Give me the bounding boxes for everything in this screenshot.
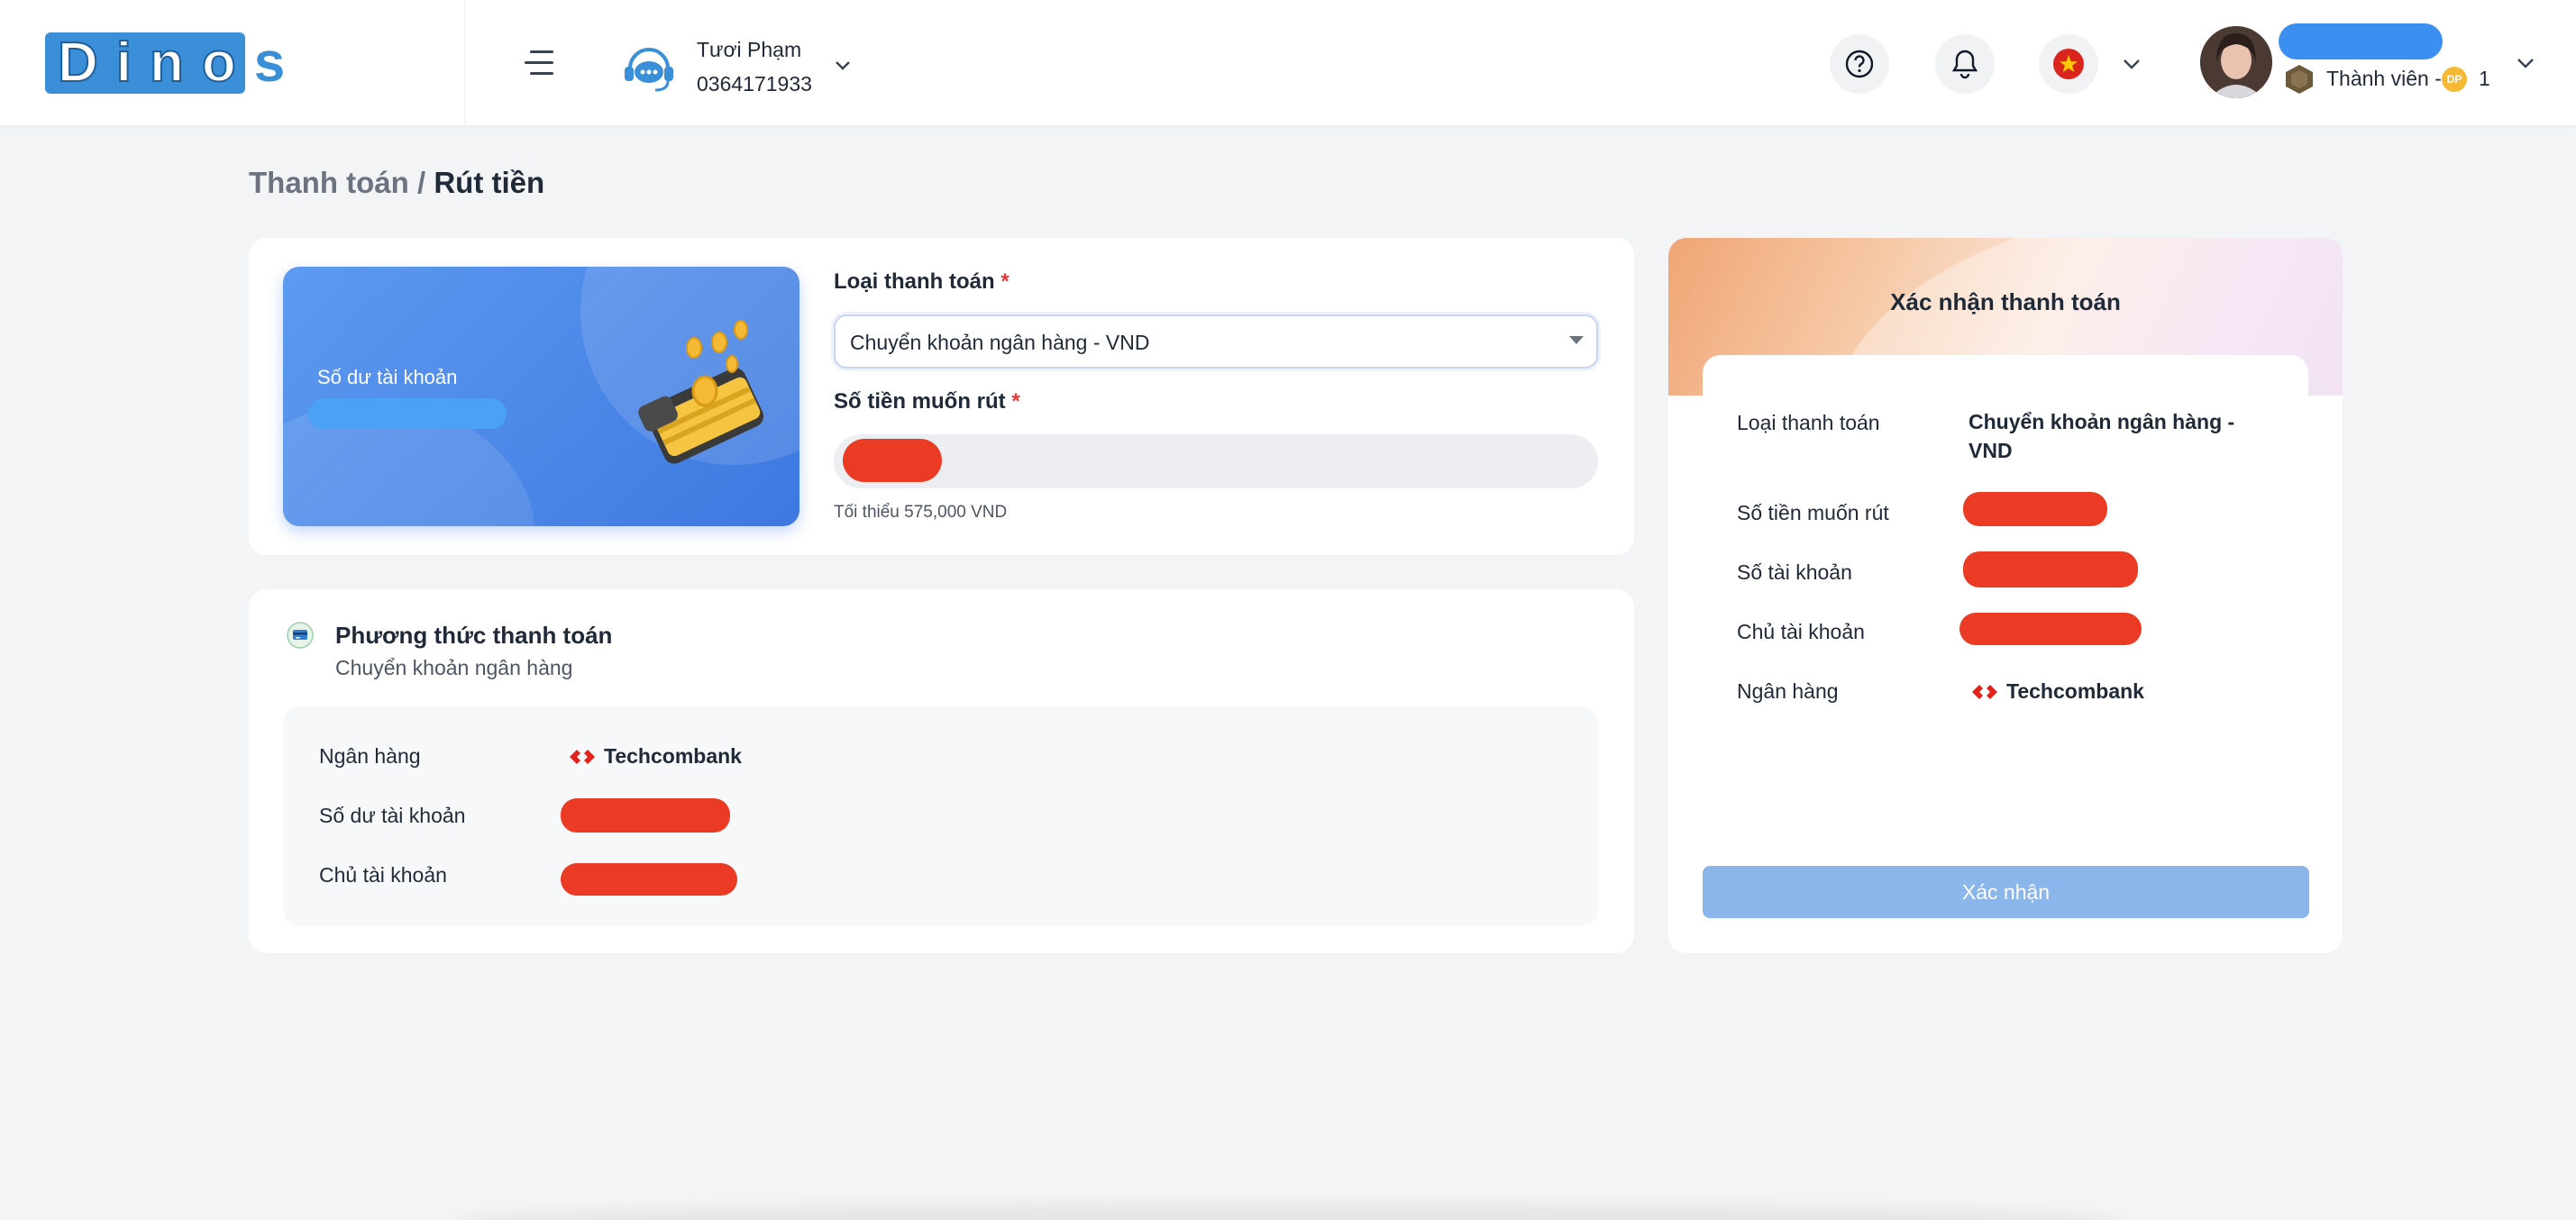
balance-row-value-redacted	[561, 798, 730, 833]
user-avatar[interactable]	[2200, 26, 2272, 98]
caret-down-icon	[1569, 336, 1584, 344]
confirm-owner-label: Chủ tài khoản	[1737, 620, 1865, 643]
breadcrumb-current: Rút tiền	[434, 166, 545, 199]
confirm-title: Xác nhận thanh toán	[1890, 288, 2121, 315]
bank-value: Techcombank	[570, 744, 742, 769]
balance-value-redacted	[308, 398, 507, 429]
amount-label: Số tiền muốn rút *	[834, 389, 1020, 414]
payment-method-details	[283, 706, 1599, 926]
points-badge-icon: DP	[2442, 67, 2467, 92]
techcombank-logo-icon	[1972, 684, 1997, 699]
breadcrumb-payment-link[interactable]: Thanh toán	[249, 166, 409, 199]
amount-value-redacted	[843, 439, 942, 482]
confirm-panel: Xác nhận thanh toán	[1668, 238, 2343, 953]
confirm-bank-value: Techcombank	[1972, 679, 2144, 704]
min-amount-hint: Tối thiểu 575,000 VND	[834, 503, 1008, 522]
confirm-payment-type-label: Loại thanh toán	[1737, 411, 1880, 434]
confirm-payment-type-value: Chuyển khoản ngân hàng - VND	[1969, 410, 2235, 462]
payment-method-subtitle: Chuyển khoản ngân hàng	[335, 656, 573, 679]
payment-type-label: Loại thanh toán *	[834, 269, 1009, 294]
language-button[interactable]	[2039, 34, 2098, 94]
support-phone: 0364171933	[697, 72, 812, 96]
confirm-account-number-label: Số tài khoản	[1737, 560, 1852, 584]
help-button[interactable]	[1830, 34, 1889, 94]
owner-row-value-redacted	[561, 863, 737, 896]
support-chat-icon	[625, 48, 673, 92]
chevron-down-icon	[836, 61, 850, 70]
confirm-button[interactable]: Xác nhận	[1703, 866, 2309, 918]
owner-row-label: Chủ tài khoản	[319, 863, 447, 887]
confirm-bank-label: Ngân hàng	[1737, 679, 1839, 703]
techcombank-logo-icon	[570, 749, 595, 764]
vietnam-flag-icon	[2053, 49, 2084, 79]
points-count: 1	[2479, 67, 2490, 90]
balance-row-label: Số dư tài khoản	[319, 804, 466, 827]
bottom-shadow	[451, 1204, 2127, 1220]
support-contact[interactable]: Tươi Phạm 0364171933	[617, 34, 861, 97]
question-circle-icon	[1845, 50, 1874, 78]
balance-label: Số dư tài khoản	[317, 366, 458, 388]
top-header: Dinos Tươi Phạm 0364171933 Thành viên - …	[0, 0, 2576, 125]
dinos-logo[interactable]: Dinos	[45, 32, 304, 95]
menu-toggle-button[interactable]	[521, 45, 557, 81]
logo-text: Dinos	[57, 32, 304, 95]
rank-badge-icon	[2286, 65, 2313, 94]
wallet-coins-icon	[638, 320, 764, 464]
confirm-owner-redacted	[1959, 613, 2142, 645]
breadcrumb: Thanh toán / Rút tiền	[249, 166, 544, 200]
amount-input[interactable]	[834, 434, 1598, 488]
notification-button[interactable]	[1935, 34, 1995, 94]
payment-type-select[interactable]: Chuyển khoản ngân hàng - VND	[834, 314, 1598, 369]
bank-card-icon	[287, 622, 314, 649]
bell-icon	[1951, 50, 1978, 79]
confirm-amount-label: Số tiền muốn rút	[1737, 501, 1889, 524]
language-chevron-down-icon[interactable]	[2122, 54, 2142, 74]
bank-label: Ngân hàng	[319, 744, 421, 768]
confirm-amount-redacted	[1963, 492, 2107, 526]
breadcrumb-separator: /	[408, 166, 434, 199]
user-menu-chevron-down-icon[interactable]	[2515, 52, 2536, 74]
user-name-redacted	[2279, 23, 2443, 59]
header-divider	[464, 0, 465, 125]
confirm-account-number-redacted	[1963, 551, 2138, 587]
support-name: Tươi Phạm	[697, 38, 802, 61]
balance-card: Số dư tài khoản	[283, 267, 799, 526]
payment-type-selected: Chuyển khoản ngân hàng - VND	[850, 331, 1150, 354]
payment-method-title: Phương thức thanh toán	[335, 622, 613, 649]
member-rank-label: Thành viên -	[2326, 67, 2442, 90]
